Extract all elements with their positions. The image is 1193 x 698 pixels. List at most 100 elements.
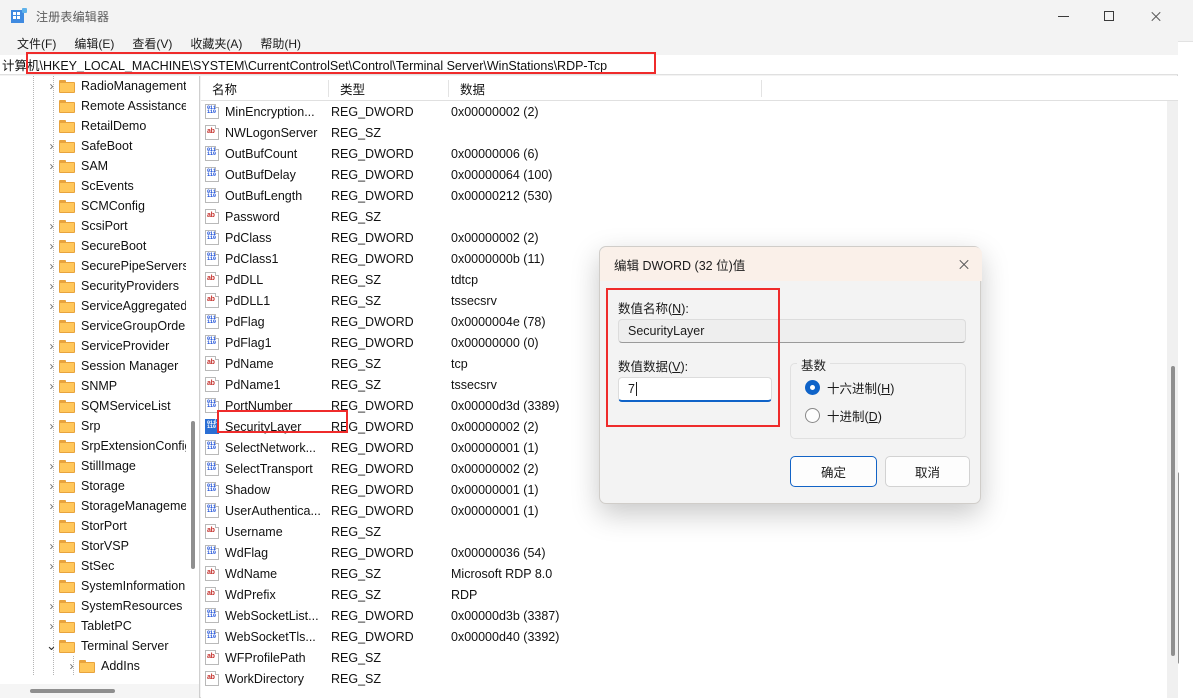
column-header-name[interactable]: 名称 bbox=[201, 76, 328, 101]
tree-item-storvsp[interactable]: › StorVSP bbox=[0, 536, 199, 556]
tree-item-securepipeservers[interactable]: › SecurePipeServers bbox=[0, 256, 199, 276]
chevron-down-icon[interactable]: ⌄ bbox=[44, 639, 59, 652]
chevron-right-icon[interactable]: › bbox=[44, 259, 59, 273]
table-row[interactable]: ab Username REG_SZ bbox=[201, 521, 1178, 542]
registry-tree-pane[interactable]: › RadioManagement Remote Assistance RetailD… bbox=[0, 76, 200, 684]
chevron-right-icon[interactable]: › bbox=[44, 299, 59, 313]
value-data-input[interactable]: 7 bbox=[618, 377, 772, 402]
tree-item-storagemanagement[interactable]: › StorageManagement bbox=[0, 496, 199, 516]
minimize-button[interactable] bbox=[1040, 0, 1086, 32]
tree-item-systeminformation[interactable]: SystemInformation bbox=[0, 576, 199, 596]
table-row[interactable]: 011 110 MinEncryption... REG_DWORD 0x0000000… bbox=[201, 101, 1178, 122]
value-name-text: WorkDirectory bbox=[225, 671, 304, 686]
tree-item-label: ServiceProvider bbox=[81, 339, 170, 353]
tree-item-srpextensionconfig[interactable]: SrpExtensionConfig bbox=[0, 436, 199, 456]
tree-item-scmconfig[interactable]: SCMConfig bbox=[0, 196, 199, 216]
ok-button[interactable]: 确定 bbox=[790, 456, 877, 487]
chevron-right-icon[interactable]: › bbox=[44, 599, 59, 613]
radio-hexadecimal[interactable]: 十六进制(H) bbox=[805, 378, 894, 397]
tree-item-securityproviders[interactable]: › SecurityProviders bbox=[0, 276, 199, 296]
tree-item-safeboot[interactable]: › SafeBoot bbox=[0, 136, 199, 156]
list-scrollbar-thumb[interactable] bbox=[1171, 366, 1175, 656]
tree-item-serviceprovider[interactable]: › ServiceProvider bbox=[0, 336, 199, 356]
tree-item-terminal-server[interactable]: ⌄ Terminal Server bbox=[0, 636, 199, 656]
table-row[interactable]: 011 110 WdFlag REG_DWORD 0x00000036 (54) bbox=[201, 542, 1178, 563]
chevron-right-icon[interactable]: › bbox=[44, 459, 59, 473]
address-bar[interactable]: 计算机\HKEY_LOCAL_MACHINE\SYSTEM\CurrentCon… bbox=[0, 55, 1178, 75]
tree-item-systemresources[interactable]: › SystemResources bbox=[0, 596, 199, 616]
table-row[interactable]: ab NWLogonServer REG_SZ bbox=[201, 122, 1178, 143]
column-divider[interactable] bbox=[761, 80, 762, 97]
chevron-right-icon[interactable]: › bbox=[44, 79, 59, 93]
tree-item-radiomanagement[interactable]: › RadioManagement bbox=[0, 76, 199, 96]
tree-item-serviceaggregated[interactable]: › ServiceAggregated bbox=[0, 296, 199, 316]
chevron-right-icon[interactable]: › bbox=[44, 479, 59, 493]
tree-vertical-scrollbar[interactable] bbox=[186, 76, 199, 684]
table-row[interactable]: ab WorkDirectory REG_SZ bbox=[201, 668, 1178, 689]
table-row[interactable]: ab WFProfilePath REG_SZ bbox=[201, 647, 1178, 668]
chevron-right-icon[interactable]: › bbox=[44, 239, 59, 253]
folder-icon bbox=[59, 559, 75, 573]
table-row[interactable]: 011 110 OutBufDelay REG_DWORD 0x00000064 (10… bbox=[201, 164, 1178, 185]
chevron-right-icon[interactable]: › bbox=[44, 279, 59, 293]
value-name-cell: 011 110 UserAuthentica... bbox=[205, 500, 321, 521]
chevron-right-icon[interactable]: › bbox=[44, 359, 59, 373]
menu-edit[interactable]: 编辑(E) bbox=[65, 32, 123, 55]
value-name-input[interactable]: SecurityLayer bbox=[618, 319, 966, 343]
chevron-right-icon[interactable]: › bbox=[44, 139, 59, 153]
tree-item-scsiport[interactable]: › ScsiPort bbox=[0, 216, 199, 236]
tree-item-storage[interactable]: › Storage bbox=[0, 476, 199, 496]
table-row[interactable]: ab Password REG_SZ bbox=[201, 206, 1178, 227]
radio-decimal[interactable]: 十进制(D) bbox=[805, 406, 882, 425]
table-row[interactable]: 011 110 OutBufLength REG_DWORD 0x00000212 (5… bbox=[201, 185, 1178, 206]
chevron-right-icon[interactable]: › bbox=[44, 619, 59, 633]
menu-file[interactable]: 文件(F) bbox=[8, 32, 65, 55]
tree-item-sqmservicelist[interactable]: SQMServiceList bbox=[0, 396, 199, 416]
tree-item-retaildemo[interactable]: RetailDemo bbox=[0, 116, 199, 136]
column-header-type[interactable]: 类型 bbox=[329, 76, 448, 101]
dialog-close-button[interactable] bbox=[944, 247, 982, 281]
chevron-right-icon[interactable]: › bbox=[44, 159, 59, 173]
tree-item-snmp[interactable]: › SNMP bbox=[0, 376, 199, 396]
tree-item-session-manager[interactable]: › Session Manager bbox=[0, 356, 199, 376]
tree-item-srp[interactable]: › Srp bbox=[0, 416, 199, 436]
table-row[interactable]: ab WdPrefix REG_SZ RDP bbox=[201, 584, 1178, 605]
chevron-right-icon[interactable]: › bbox=[44, 499, 59, 513]
tree-scrollbar-thumb[interactable] bbox=[191, 421, 195, 569]
tree-horizontal-scrollbar[interactable] bbox=[0, 684, 200, 698]
tree-item-servicegrouporder[interactable]: ServiceGroupOrder bbox=[0, 316, 199, 336]
chevron-right-icon[interactable]: › bbox=[44, 539, 59, 553]
menu-view[interactable]: 查看(V) bbox=[123, 32, 181, 55]
list-vertical-scrollbar[interactable] bbox=[1167, 101, 1178, 698]
value-name-cell: ab Password bbox=[205, 206, 280, 227]
table-row[interactable]: 011 110 WebSocketTls... REG_DWORD 0x00000d40… bbox=[201, 626, 1178, 647]
table-row[interactable]: ab WdName REG_SZ Microsoft RDP 8.0 bbox=[201, 563, 1178, 584]
chevron-right-icon[interactable]: › bbox=[44, 559, 59, 573]
close-button[interactable] bbox=[1132, 0, 1178, 32]
table-row[interactable]: 011 110 OutBufCount REG_DWORD 0x00000006 (6) bbox=[201, 143, 1178, 164]
tree-hscrollbar-thumb[interactable] bbox=[30, 689, 115, 693]
menu-help[interactable]: 帮助(H) bbox=[251, 32, 310, 55]
chevron-right-icon[interactable]: › bbox=[44, 219, 59, 233]
tree-item-remote-assistance[interactable]: Remote Assistance bbox=[0, 96, 199, 116]
tree-item-sam[interactable]: › SAM bbox=[0, 156, 199, 176]
chevron-right-icon[interactable]: › bbox=[44, 419, 59, 433]
tree-item-tabletpc[interactable]: › TabletPC bbox=[0, 616, 199, 636]
tree-item-scevents[interactable]: ScEvents bbox=[0, 176, 199, 196]
tree-item-addins[interactable]: › AddIns bbox=[0, 656, 199, 676]
tree-item-storport[interactable]: StorPort bbox=[0, 516, 199, 536]
tree-item-stsec[interactable]: › StSec bbox=[0, 556, 199, 576]
value-name-cell: 011 110 OutBufCount bbox=[205, 143, 297, 164]
table-row[interactable]: 011 110 PdClass REG_DWORD 0x00000002 (2) bbox=[201, 227, 1178, 248]
chevron-right-icon[interactable]: › bbox=[44, 379, 59, 393]
tree-item-secureboot[interactable]: › SecureBoot bbox=[0, 236, 199, 256]
cancel-button[interactable]: 取消 bbox=[885, 456, 970, 487]
table-row[interactable]: 011 110 WebSocketList... REG_DWORD 0x00000d3… bbox=[201, 605, 1178, 626]
menu-favorites[interactable]: 收藏夹(A) bbox=[181, 32, 251, 55]
chevron-right-icon[interactable]: › bbox=[64, 659, 79, 673]
maximize-button[interactable] bbox=[1086, 0, 1132, 32]
chevron-right-icon[interactable]: › bbox=[44, 339, 59, 353]
tree-item-stillimage[interactable]: › StillImage bbox=[0, 456, 199, 476]
folder-icon bbox=[59, 639, 75, 653]
column-header-data[interactable]: 数据 bbox=[449, 76, 761, 101]
